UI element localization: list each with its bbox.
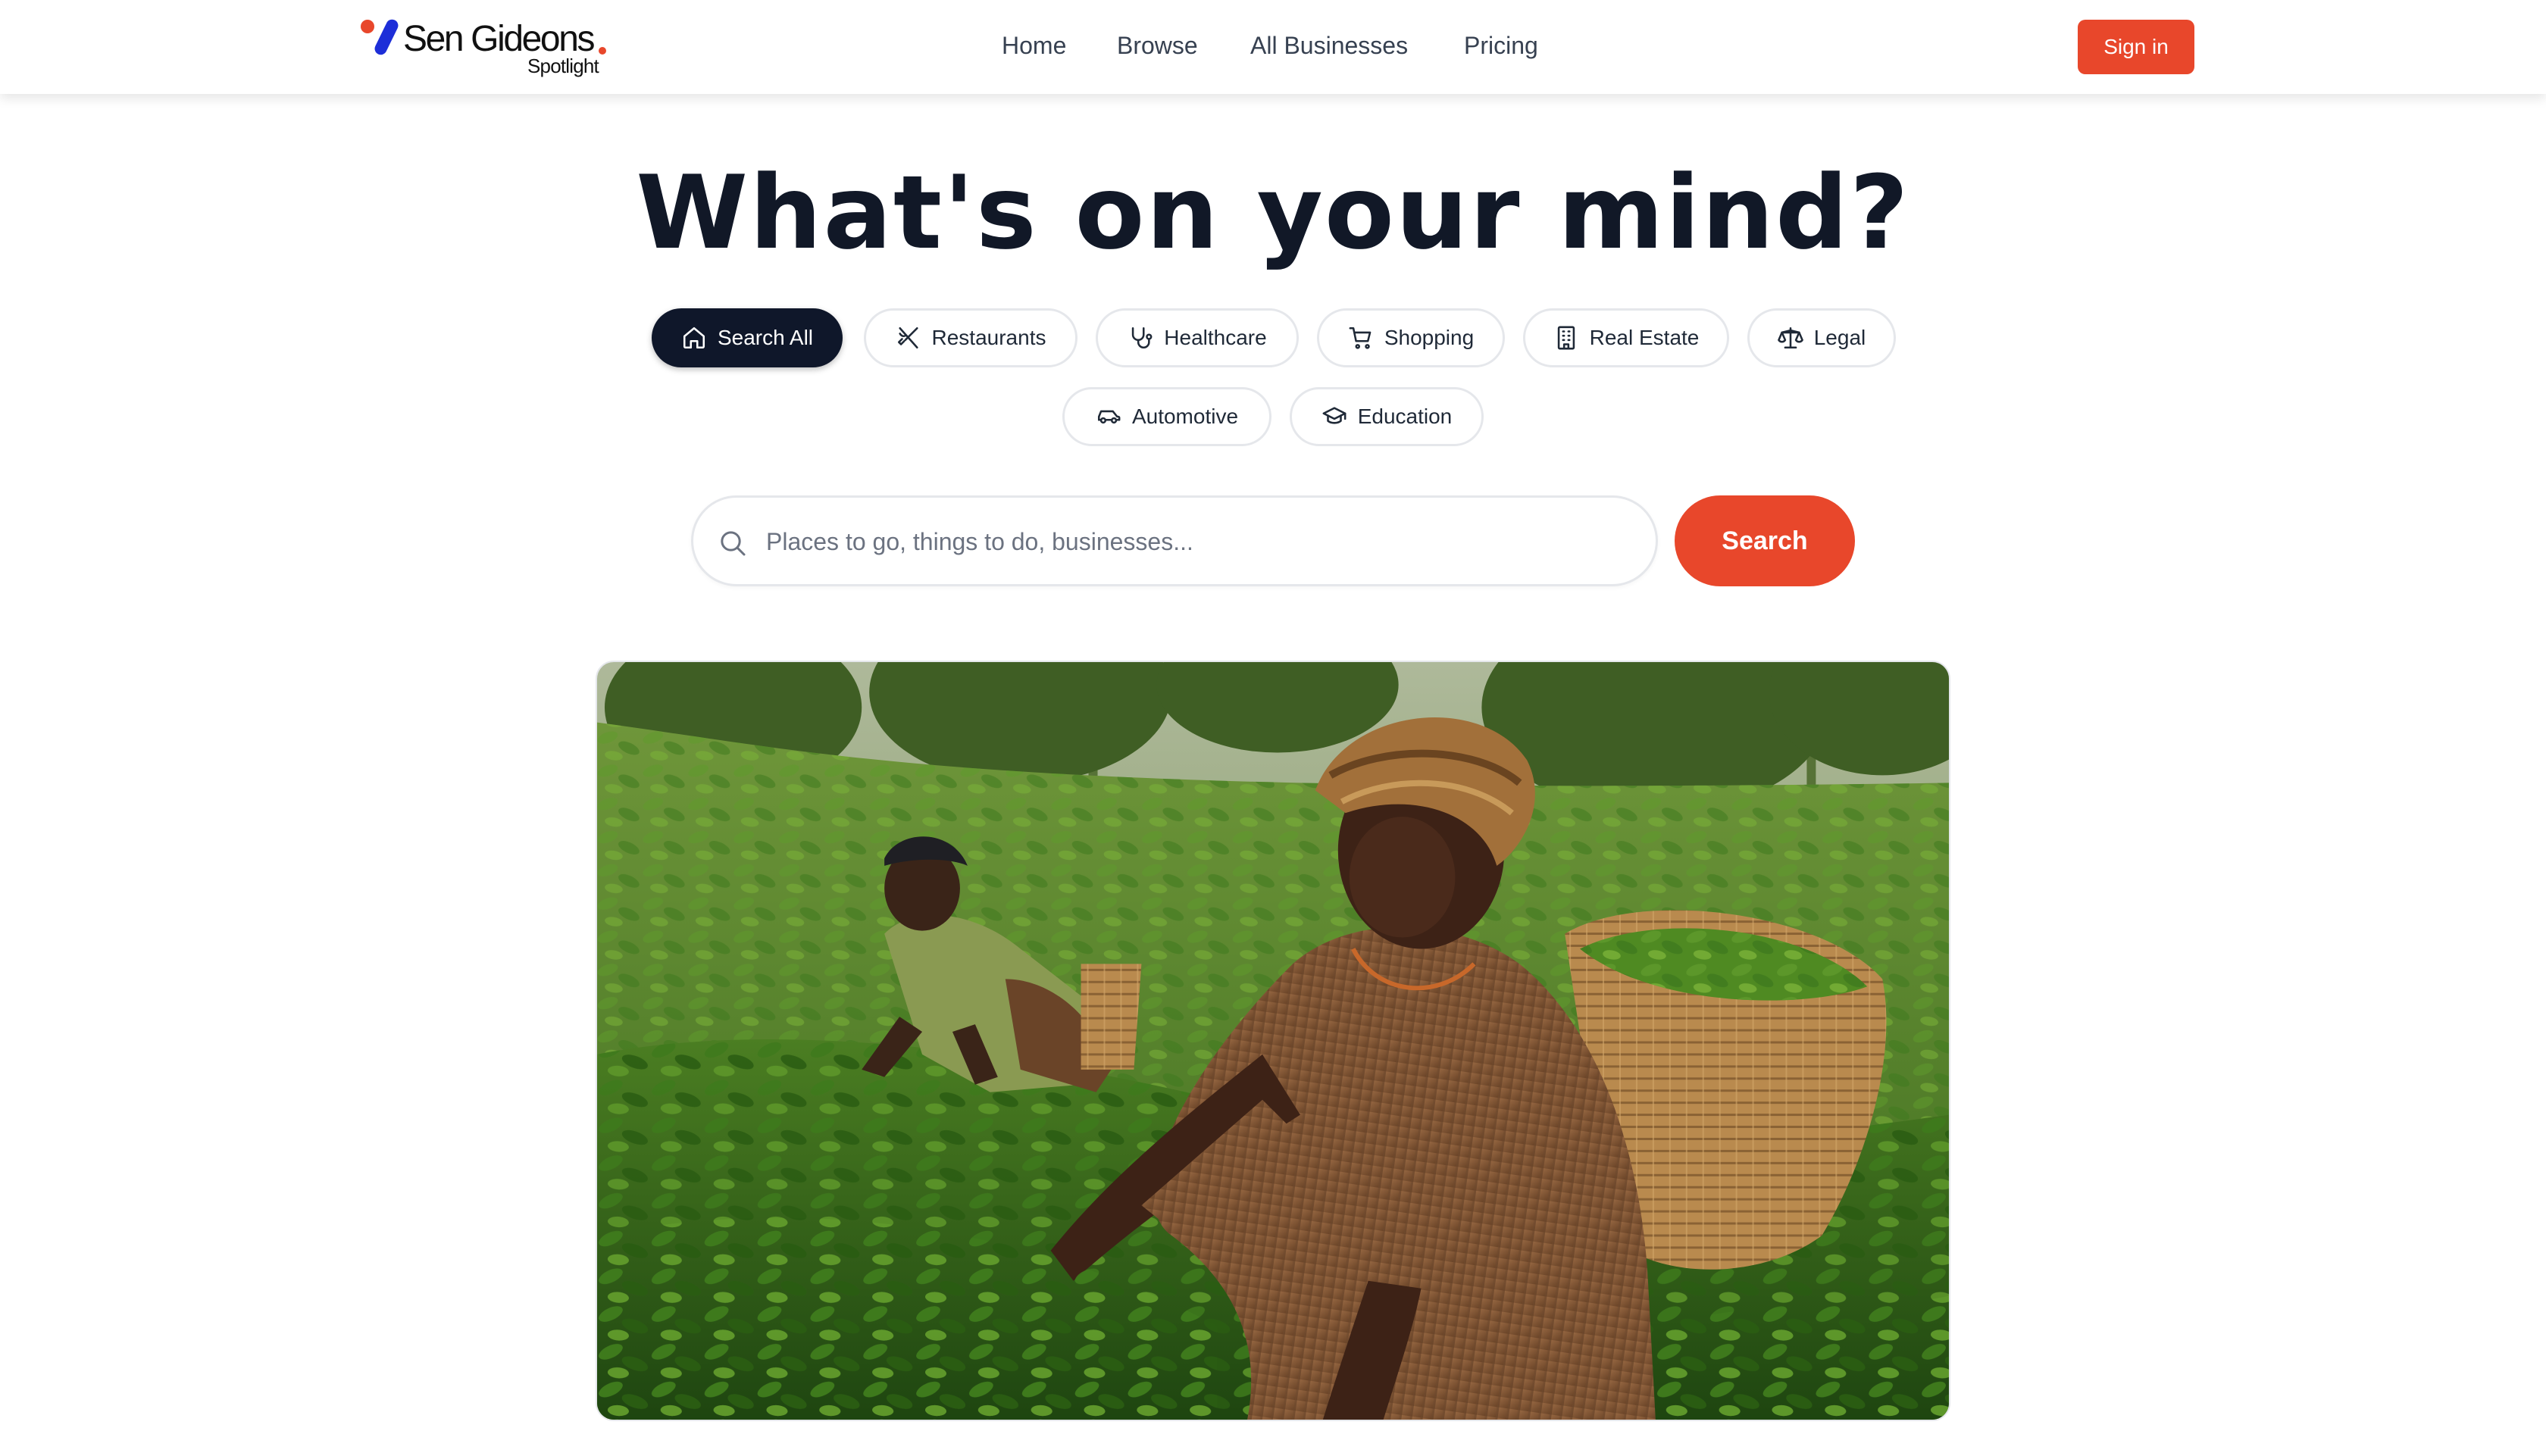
- chip-label: Real Estate: [1589, 326, 1700, 349]
- chip-label: Shopping: [1384, 326, 1475, 349]
- chip-education[interactable]: Education: [1290, 387, 1484, 446]
- nav-pricing[interactable]: Pricing: [1464, 30, 1538, 61]
- chip-real-estate[interactable]: Real Estate: [1523, 308, 1729, 367]
- chip-label: Legal: [1813, 326, 1866, 349]
- search-bar[interactable]: [691, 495, 1658, 586]
- chip-search-all[interactable]: Search All: [652, 308, 843, 367]
- cart-icon: [1349, 327, 1372, 349]
- utensils-icon: [897, 327, 918, 349]
- search-icon: [721, 531, 746, 556]
- nav-all-businesses[interactable]: All Businesses: [1250, 30, 1408, 61]
- chip-label: Education: [1357, 405, 1453, 428]
- chip-restaurants[interactable]: Restaurants: [864, 308, 1078, 367]
- chip-label: Healthcare: [1164, 326, 1267, 349]
- nav-home[interactable]: Home: [1002, 30, 1066, 61]
- car-icon: [1097, 410, 1121, 424]
- chip-label: Search All: [717, 326, 814, 349]
- building-icon: [1557, 326, 1575, 350]
- chip-label: Restaurants: [931, 326, 1046, 349]
- search-input[interactable]: [766, 520, 1630, 563]
- nav-browse[interactable]: Browse: [1117, 30, 1198, 61]
- chip-legal[interactable]: Legal: [1747, 308, 1896, 367]
- chip-healthcare[interactable]: Healthcare: [1096, 308, 1299, 367]
- site-header: Sen Gideons Spotlight Home Browse All Bu…: [0, 0, 2546, 94]
- chip-shopping[interactable]: Shopping: [1317, 308, 1505, 367]
- hero-image: [596, 661, 1950, 1421]
- sign-in-button[interactable]: Sign in: [2078, 20, 2194, 74]
- chip-automotive[interactable]: Automotive: [1062, 387, 1271, 446]
- home-icon: [683, 327, 705, 349]
- page-title: What's on your mind?: [636, 154, 1910, 272]
- scale-icon: [1777, 327, 1803, 349]
- tea-plantation-photo: [597, 662, 1949, 1420]
- graduation-cap-icon: [1322, 407, 1347, 424]
- chip-label: Automotive: [1131, 405, 1239, 428]
- stethoscope-icon: [1132, 327, 1153, 348]
- search-button[interactable]: Search: [1675, 495, 1855, 586]
